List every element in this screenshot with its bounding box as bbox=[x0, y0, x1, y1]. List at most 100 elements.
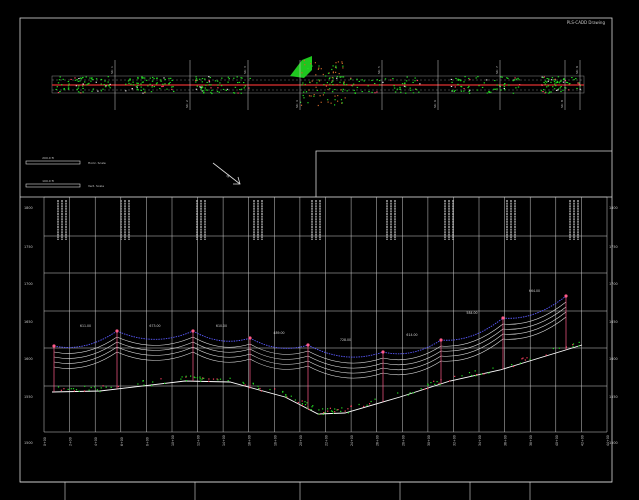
plan-vegetation-point bbox=[555, 82, 557, 84]
plan-vegetation-point bbox=[399, 88, 401, 90]
plan-vegetation-point bbox=[128, 82, 130, 84]
station-label: 34+00 bbox=[478, 435, 482, 446]
profile-vegetation-point bbox=[110, 386, 112, 388]
plan-vegetation-point bbox=[59, 76, 61, 78]
plan-vegetation-point bbox=[371, 91, 373, 93]
plan-terrain-point bbox=[329, 83, 331, 85]
plan-vegetation-point bbox=[228, 78, 230, 80]
plan-vegetation-point bbox=[56, 86, 58, 88]
plan-vegetation-point bbox=[500, 89, 502, 91]
plan-vegetation-point bbox=[494, 88, 496, 90]
plan-vegetation-point bbox=[217, 84, 219, 86]
plan-vegetation-point bbox=[214, 80, 217, 82]
plan-vegetation-point bbox=[195, 81, 197, 83]
plan-terrain-point bbox=[342, 67, 344, 69]
profile-vegetation-point bbox=[137, 383, 139, 385]
plan-vegetation-point bbox=[67, 87, 70, 89]
plan-vegetation-point bbox=[565, 81, 568, 83]
profile-vegetation-point bbox=[347, 412, 349, 414]
profile-vegetation-point bbox=[282, 391, 284, 393]
plan-vegetation-point bbox=[547, 85, 550, 87]
plan-vegetation-point bbox=[468, 77, 470, 79]
plan-vegetation-point bbox=[129, 79, 131, 81]
plan-vegetation-point bbox=[210, 84, 212, 86]
profile-vegetation-point bbox=[84, 385, 86, 387]
plan-vegetation-point bbox=[90, 78, 93, 80]
plan-vegetation-point bbox=[454, 89, 456, 91]
profile-vegetation-point bbox=[332, 412, 334, 414]
plan-vegetation-point bbox=[203, 92, 205, 94]
plan-vegetation-point bbox=[100, 79, 103, 81]
plan-terrain-point bbox=[327, 72, 330, 74]
plan-vegetation-point bbox=[82, 85, 84, 87]
profile-vegetation-point bbox=[72, 388, 75, 390]
shield-wire-span bbox=[502, 295, 567, 319]
plan-vegetation-point bbox=[546, 81, 548, 83]
profile-vegetation-point bbox=[259, 387, 261, 390]
vertical-scale-label: 100.0 ft bbox=[42, 179, 55, 183]
plan-vegetation-point bbox=[396, 88, 399, 90]
plan-vegetation-point bbox=[195, 76, 197, 78]
plan-vegetation-point bbox=[367, 85, 369, 87]
plan-vegetation-point bbox=[170, 77, 172, 79]
plan-vegetation-point bbox=[58, 79, 61, 81]
plan-vegetation-point bbox=[107, 81, 109, 83]
plan-vegetation-point bbox=[55, 88, 57, 90]
plan-vegetation-point bbox=[508, 84, 510, 86]
plan-vegetation-point bbox=[463, 90, 465, 92]
plan-terrain-point bbox=[305, 91, 308, 93]
plan-vegetation-point bbox=[67, 88, 70, 90]
plan-terrain-point bbox=[327, 88, 329, 91]
profile-vegetation-point bbox=[308, 408, 310, 411]
plan-vegetation-point bbox=[67, 85, 70, 87]
plan-vegetation-point bbox=[140, 89, 142, 91]
plan-vegetation-point bbox=[153, 86, 155, 88]
plan-vegetation-point bbox=[97, 90, 99, 92]
plan-vegetation-point bbox=[221, 77, 223, 79]
plan-vegetation-point bbox=[159, 79, 162, 81]
plan-vegetation-point bbox=[163, 77, 165, 79]
horizontal-scale-label: 200.0 ft bbox=[42, 156, 55, 160]
plan-vegetation-point bbox=[141, 77, 143, 79]
plan-vegetation-point bbox=[486, 92, 488, 94]
conductor-span bbox=[502, 306, 567, 330]
plan-terrain-point bbox=[341, 62, 343, 64]
profile-vegetation-point bbox=[73, 390, 75, 392]
plan-vegetation-point bbox=[131, 88, 133, 90]
plan-vegetation-point bbox=[171, 88, 173, 90]
plan-vegetation-point bbox=[216, 80, 219, 82]
plan-vegetation-point bbox=[382, 81, 384, 83]
plan-vegetation-point bbox=[555, 89, 558, 91]
profile-vegetation-point bbox=[212, 378, 215, 380]
plan-vegetation-point bbox=[454, 86, 456, 88]
plan-vegetation-point bbox=[195, 88, 198, 90]
plan-vegetation-point bbox=[244, 85, 246, 87]
plan-vegetation-point bbox=[234, 86, 237, 88]
profile-vegetation-point bbox=[322, 408, 324, 410]
plan-vegetation-point bbox=[503, 88, 505, 90]
horizontal-scale-caption: Horiz. Scale bbox=[88, 161, 106, 165]
profile-vegetation-point bbox=[397, 392, 399, 394]
vertical-scale-caption: Vert. Scale bbox=[88, 184, 104, 188]
plan-terrain-point bbox=[320, 68, 322, 70]
plan-vegetation-point bbox=[501, 76, 503, 78]
plan-vegetation-point bbox=[103, 84, 105, 86]
profile-vegetation-point bbox=[334, 411, 336, 413]
profile-vegetation-point bbox=[454, 375, 456, 377]
plan-terrain-point bbox=[300, 104, 303, 106]
plan-terrain-point bbox=[308, 95, 311, 97]
plan-vegetation-point bbox=[409, 87, 411, 89]
plan-vegetation-point bbox=[560, 86, 562, 88]
plan-vegetation-point bbox=[557, 76, 560, 78]
plan-terrain-point bbox=[307, 67, 309, 70]
plan-terrain-point bbox=[344, 97, 346, 99]
profile-vegetation-point bbox=[102, 385, 104, 387]
profile-vegetation-point bbox=[217, 379, 219, 381]
profile-vegetation-point bbox=[412, 392, 415, 394]
plan-vegetation-point bbox=[147, 85, 149, 87]
plan-vegetation-point bbox=[200, 86, 202, 88]
plan-vegetation-point bbox=[577, 82, 579, 84]
plan-vegetation-point bbox=[236, 76, 238, 78]
profile-vegetation-point bbox=[407, 394, 409, 396]
plan-vegetation-point bbox=[494, 80, 496, 82]
